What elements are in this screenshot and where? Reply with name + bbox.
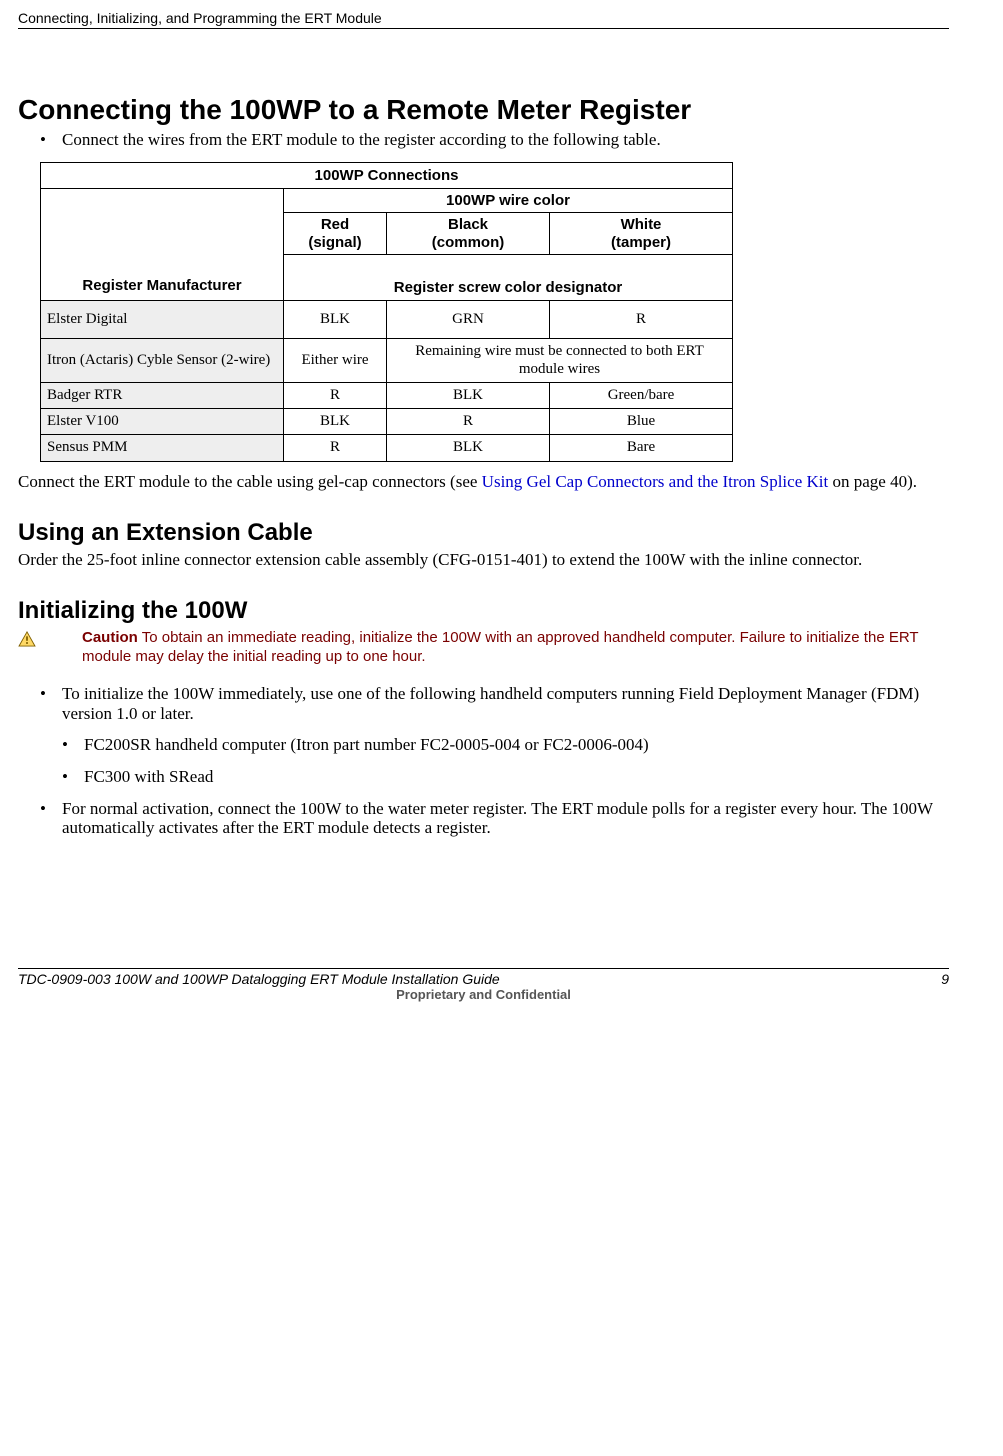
- sec3-bullet-1b: FC300 with SRead: [62, 767, 949, 787]
- caution-body: To obtain an immediate reading, initiali…: [82, 629, 918, 665]
- data-cell: Either wire: [284, 339, 387, 383]
- section-1-title: Connecting the 100WP to a Remote Meter R…: [18, 94, 949, 126]
- sec3-bullet-1a: FC200SR handheld computer (Itron part nu…: [62, 735, 949, 755]
- warning-icon: [18, 631, 36, 647]
- data-cell: R: [387, 409, 550, 435]
- col-black-2: (common): [432, 234, 505, 251]
- footer-page-number: 9: [941, 971, 949, 987]
- table-title: 100WP Connections: [41, 162, 733, 188]
- data-cell: R: [284, 382, 387, 408]
- data-cell: R: [550, 301, 733, 339]
- sec2-body: Order the 25-foot inline connector exten…: [18, 550, 949, 570]
- data-cell: BLK: [387, 435, 550, 461]
- reg-mfg-header: Register Manufacturer: [41, 189, 284, 301]
- connections-table: 100WP Connections Register Manufacturer …: [40, 162, 733, 462]
- mfg-cell: Itron (Actaris) Cyble Sensor (2-wire): [41, 339, 284, 383]
- after-table-paragraph: Connect the ERT module to the cable usin…: [18, 472, 949, 492]
- col-red-header: Red (signal): [284, 213, 387, 255]
- merged-cell: Remaining wire must be connected to both…: [387, 339, 733, 383]
- sec1-bullet: Connect the wires from the ERT module to…: [40, 130, 949, 150]
- data-cell: Green/bare: [550, 382, 733, 408]
- after-table-text-1: Connect the ERT module to the cable usin…: [18, 472, 482, 491]
- col-black-1: Black: [448, 216, 488, 233]
- table-row: Badger RTR R BLK Green/bare: [41, 382, 733, 408]
- running-head: Connecting, Initializing, and Programmin…: [18, 10, 949, 29]
- gel-cap-link[interactable]: Using Gel Cap Connectors and the Itron S…: [482, 472, 829, 491]
- col-white-2: (tamper): [611, 234, 671, 251]
- data-cell: Bare: [550, 435, 733, 461]
- data-cell: R: [284, 435, 387, 461]
- table-row: Sensus PMM R BLK Bare: [41, 435, 733, 461]
- col-red-2: (signal): [308, 234, 361, 251]
- data-cell: BLK: [284, 301, 387, 339]
- data-cell: Blue: [550, 409, 733, 435]
- col-red-1: Red: [321, 216, 349, 233]
- footer-center: Proprietary and Confidential: [18, 988, 949, 1003]
- caution-block: Caution To obtain an immediate reading, …: [18, 629, 949, 667]
- table-row: Itron (Actaris) Cyble Sensor (2-wire) Ei…: [41, 339, 733, 383]
- data-cell: BLK: [387, 382, 550, 408]
- reg-screw-header: Register screw color designator: [284, 254, 733, 300]
- caution-label: Caution: [82, 629, 138, 646]
- caution-text: Caution To obtain an immediate reading, …: [82, 629, 949, 667]
- col-white-1: White: [621, 216, 662, 233]
- mfg-cell: Sensus PMM: [41, 435, 284, 461]
- mfg-cell: Elster V100: [41, 409, 284, 435]
- col-white-header: White (tamper): [550, 213, 733, 255]
- col-black-header: Black (common): [387, 213, 550, 255]
- mfg-cell: Elster Digital: [41, 301, 284, 339]
- section-3-title: Initializing the 100W: [18, 597, 949, 625]
- section-2-title: Using an Extension Cable: [18, 519, 949, 547]
- sec3-bullet-1: To initialize the 100W immediately, use …: [40, 684, 949, 723]
- after-table-text-2: on page 40).: [828, 472, 917, 491]
- mfg-cell: Badger RTR: [41, 382, 284, 408]
- table-row: Elster Digital BLK GRN R: [41, 301, 733, 339]
- data-cell: BLK: [284, 409, 387, 435]
- page-footer: TDC-0909-003 100W and 100WP Datalogging …: [18, 968, 949, 1003]
- sec3-bullet-2: For normal activation, connect the 100W …: [40, 799, 949, 838]
- footer-left: TDC-0909-003 100W and 100WP Datalogging …: [18, 971, 500, 987]
- table-row: Elster V100 BLK R Blue: [41, 409, 733, 435]
- data-cell: GRN: [387, 301, 550, 339]
- wire-color-header: 100WP wire color: [284, 189, 733, 213]
